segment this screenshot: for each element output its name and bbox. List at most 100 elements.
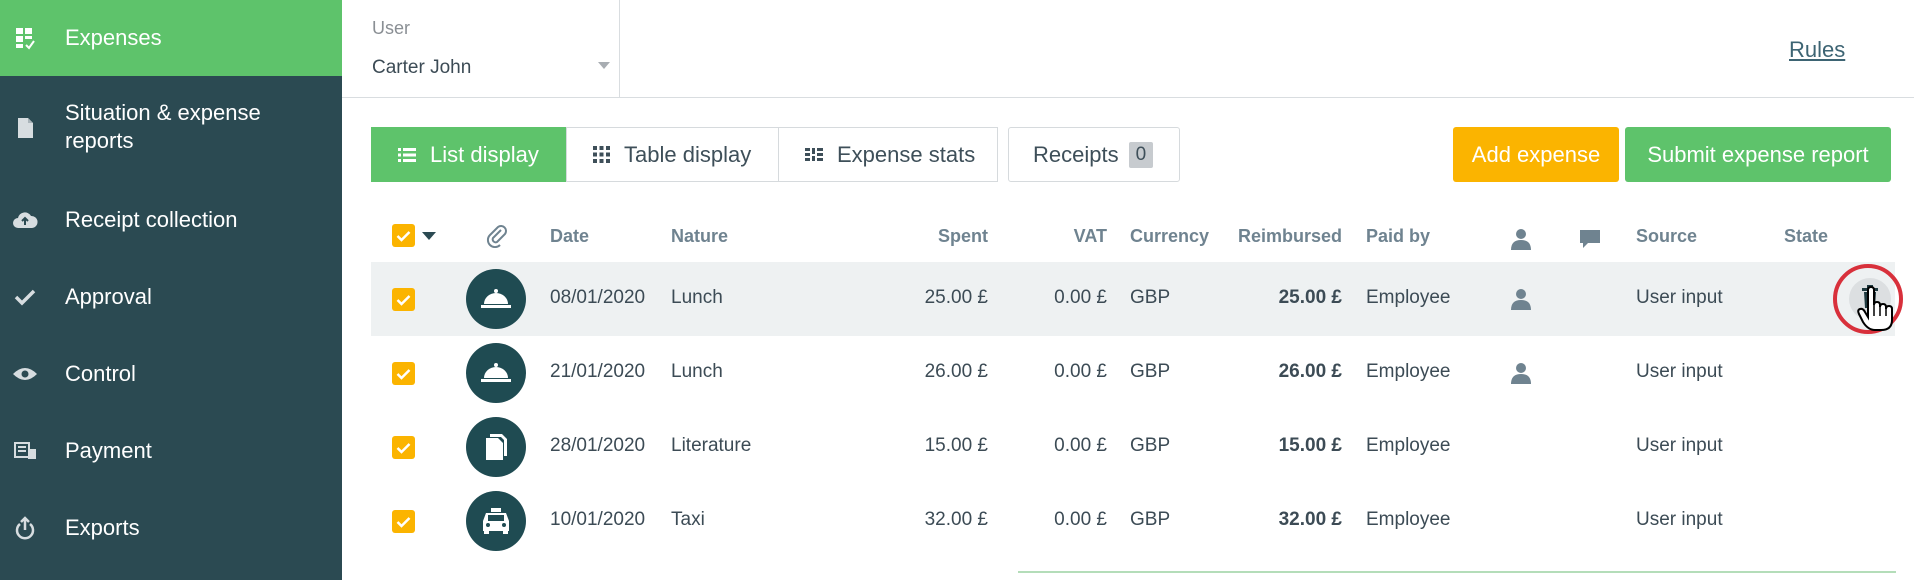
row-paid-by: Employee <box>1366 509 1451 530</box>
column-header-date[interactable]: Date <box>550 226 589 247</box>
row-paid-by: Employee <box>1366 361 1451 382</box>
sidebar-item-expenses[interactable]: Expenses <box>0 0 342 76</box>
sidebar-item-label: Situation & expense reports <box>65 100 261 153</box>
list-icon <box>398 147 416 163</box>
comment-icon <box>1578 228 1602 255</box>
row-checkbox[interactable] <box>392 362 415 385</box>
column-header-paid-by[interactable]: Paid by <box>1366 226 1430 247</box>
add-expense-button[interactable]: Add expense <box>1453 127 1619 182</box>
row-source: User input <box>1636 361 1723 382</box>
sidebar-item-label: Approval <box>65 284 152 309</box>
row-source: User input <box>1636 509 1723 530</box>
column-header-spent[interactable]: Spent <box>888 226 988 247</box>
row-spent: 15.00 £ <box>924 435 988 456</box>
row-reimbursed: 32.00 £ <box>1278 509 1342 530</box>
column-header-source[interactable]: Source <box>1636 226 1697 247</box>
row-currency: GBP <box>1130 287 1171 308</box>
row-date: 10/01/2020 <box>550 509 646 530</box>
column-header-vat[interactable]: VAT <box>1007 226 1107 247</box>
person-icon <box>1510 362 1532 389</box>
cloud-upload-icon <box>12 207 38 233</box>
list-display-button[interactable]: List display <box>371 127 567 182</box>
row-reimbursed: 25.00 £ <box>1278 287 1342 308</box>
table-display-label: Table display <box>624 141 752 167</box>
row-nature: Taxi <box>671 509 705 530</box>
column-header-nature[interactable]: Nature <box>671 226 728 247</box>
row-vat: 0.00 £ <box>1054 435 1107 456</box>
user-select[interactable]: User Carter John <box>342 0 620 98</box>
sidebar-item-label: Exports <box>65 515 140 540</box>
sidebar-item-label: Expenses <box>65 25 162 50</box>
sidebar-item-label: Control <box>65 361 136 386</box>
column-header-currency[interactable]: Currency <box>1130 226 1209 247</box>
sidebar-item-label: Receipt collection <box>65 207 238 232</box>
eye-icon <box>12 361 38 387</box>
document-icon <box>466 417 526 477</box>
taxi-icon <box>466 491 526 551</box>
row-paid-by: Employee <box>1366 287 1451 308</box>
list-display-label: List display <box>430 141 539 167</box>
row-checkbox[interactable] <box>392 288 415 311</box>
sidebar-item-control[interactable]: Control <box>0 354 342 394</box>
row-nature: Lunch <box>671 361 723 382</box>
row-vat: 0.00 £ <box>1054 287 1107 308</box>
sidebar-item-exports[interactable]: Exports <box>0 508 342 548</box>
row-source: User input <box>1636 435 1723 456</box>
chevron-down-icon[interactable] <box>422 232 436 240</box>
top-bar: User Carter John Rules <box>342 0 1914 98</box>
row-nature: Literature <box>671 435 752 456</box>
person-icon <box>1510 228 1532 255</box>
sidebar: Expenses Situation & expense reports Rec… <box>0 0 342 580</box>
checkmark-icon <box>12 284 38 310</box>
receipts-count-badge: 0 <box>1128 141 1154 168</box>
hand-cursor-icon <box>1857 285 1895 337</box>
chevron-down-icon <box>598 62 610 69</box>
sidebar-item-label: Payment <box>65 438 152 463</box>
row-vat: 0.00 £ <box>1054 509 1107 530</box>
select-all-checkbox[interactable] <box>392 224 415 247</box>
row-currency: GBP <box>1130 435 1171 456</box>
document-icon <box>12 115 38 141</box>
rules-link[interactable]: Rules <box>1789 37 1845 63</box>
table-display-button[interactable]: Table display <box>566 127 779 182</box>
row-paid-by: Employee <box>1366 435 1451 456</box>
row-reimbursed: 15.00 £ <box>1278 435 1342 456</box>
person-icon <box>1510 288 1532 315</box>
expense-stats-label: Expense stats <box>837 141 976 167</box>
row-currency: GBP <box>1130 361 1171 382</box>
sidebar-item-approval[interactable]: Approval <box>0 277 342 317</box>
row-date: 28/01/2020 <box>550 435 646 456</box>
row-spent: 25.00 £ <box>924 287 988 308</box>
paperclip-icon <box>485 224 509 253</box>
payment-icon <box>12 438 38 464</box>
column-header-reimbursed[interactable]: Reimbursed <box>1216 226 1342 247</box>
meal-cloche-icon <box>466 343 526 403</box>
row-date: 08/01/2020 <box>550 287 646 308</box>
sidebar-item-situation-reports[interactable]: Situation & expense reports <box>0 95 342 161</box>
row-spent: 32.00 £ <box>924 509 988 530</box>
sidebar-item-payment[interactable]: Payment <box>0 431 342 471</box>
receipts-button[interactable]: Receipts 0 <box>1008 127 1180 182</box>
row-date: 21/01/2020 <box>550 361 646 382</box>
row-spent: 26.00 £ <box>924 361 988 382</box>
meal-cloche-icon <box>466 269 526 329</box>
expense-stats-button[interactable]: Expense stats <box>778 127 998 182</box>
user-select-value: Carter John <box>372 57 472 78</box>
row-nature: Lunch <box>671 287 723 308</box>
export-icon <box>12 515 38 541</box>
row-reimbursed: 26.00 £ <box>1278 361 1342 382</box>
sidebar-item-receipt-collection[interactable]: Receipt collection <box>0 200 342 240</box>
expenses-grid-icon <box>12 25 38 51</box>
submit-expense-report-button[interactable]: Submit expense report <box>1625 127 1891 182</box>
user-select-caption: User <box>372 18 411 38</box>
row-source: User input <box>1636 287 1723 308</box>
row-checkbox[interactable] <box>392 510 415 533</box>
grid-icon <box>593 146 610 163</box>
row-vat: 0.00 £ <box>1054 361 1107 382</box>
stats-icon <box>805 147 823 162</box>
row-currency: GBP <box>1130 509 1171 530</box>
footer-divider <box>1018 571 1896 573</box>
receipts-label: Receipts <box>1033 141 1119 167</box>
row-checkbox[interactable] <box>392 436 415 459</box>
column-header-state[interactable]: State <box>1784 226 1828 247</box>
